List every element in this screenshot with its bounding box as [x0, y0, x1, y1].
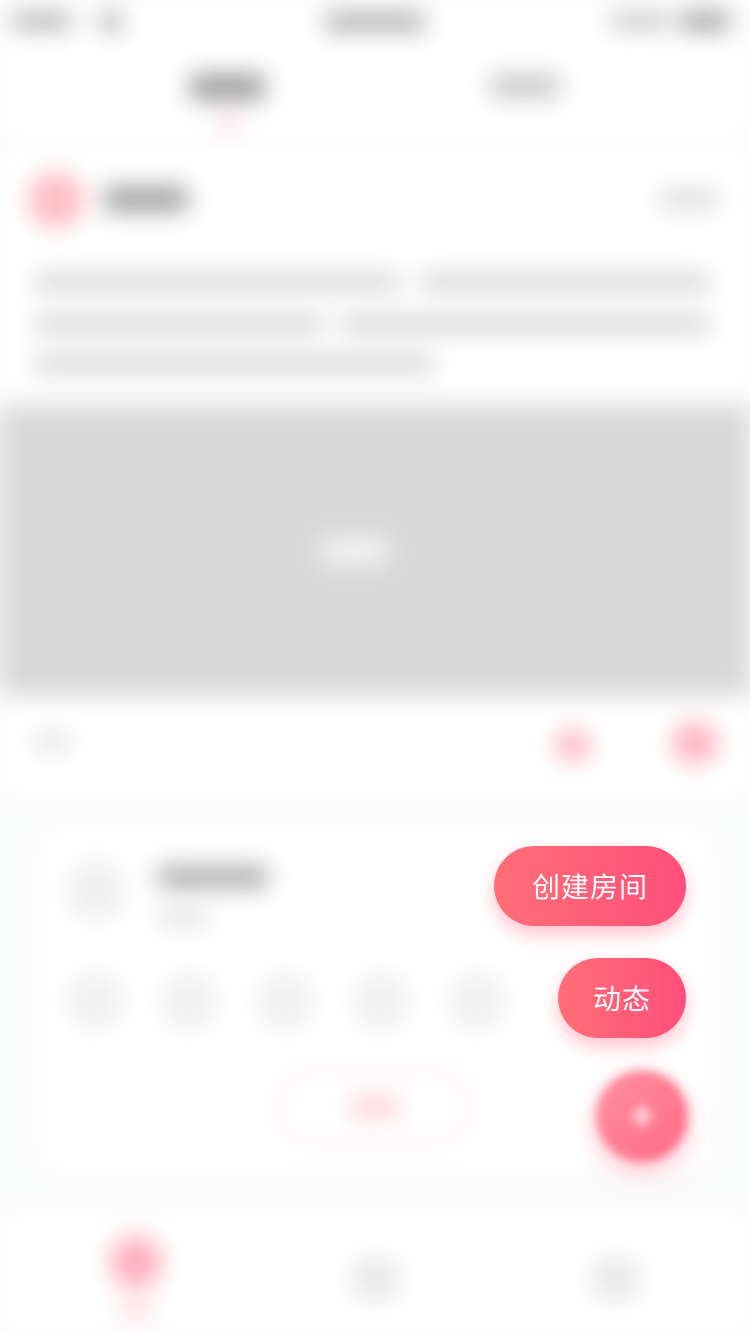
plus-icon — [630, 1104, 654, 1128]
create-room-button[interactable]: 创建房间 — [494, 846, 686, 926]
fab-toggle-button[interactable] — [596, 1070, 688, 1162]
post-moment-button[interactable]: 动态 — [558, 958, 686, 1038]
